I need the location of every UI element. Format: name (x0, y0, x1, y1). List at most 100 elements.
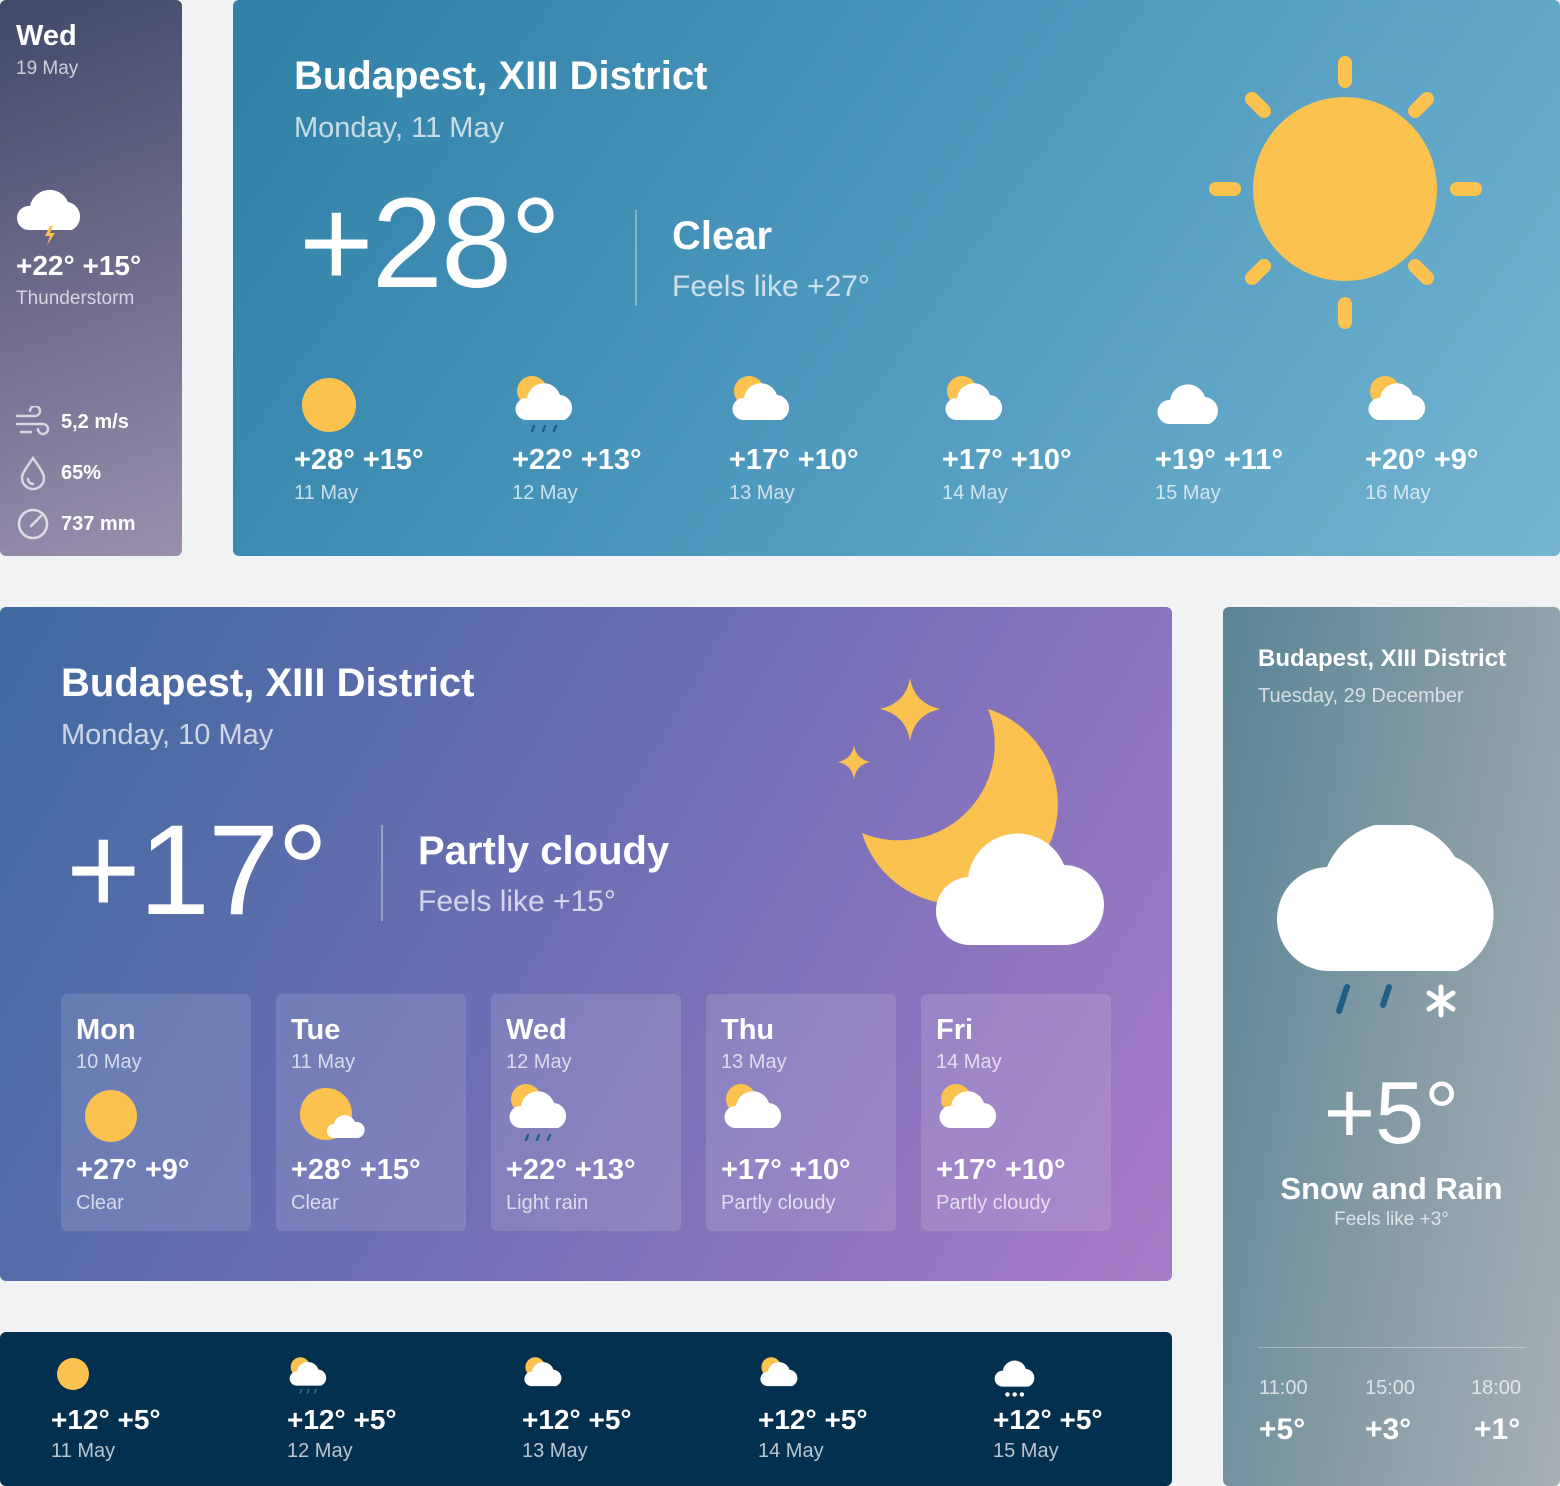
date-label: 12 May (512, 482, 578, 504)
feels-like-label: Feels like +27° (672, 270, 870, 303)
sun-icon (302, 378, 356, 432)
temps-label: +27° +9° (76, 1154, 190, 1186)
current-temperature: +5° (1323, 1063, 1460, 1162)
sun-cloud-rain-icon (515, 376, 573, 433)
sunny-weather-card[interactable]: Budapest, XIII District Monday, 11 May +… (233, 0, 1560, 556)
sun-icon (85, 1090, 137, 1142)
feels-like-label: Feels like +15° (418, 885, 616, 918)
sun-cloud-rain-icon (289, 1357, 327, 1394)
date-label: 11 May (291, 1051, 356, 1073)
day-tile-fri[interactable]: Fri 14 May +17° +10° Partly cloudy (921, 994, 1111, 1231)
thunderstorm-day-card[interactable]: Wed 19 May +22° +15° Thunderstorm 5,2 m/… (0, 0, 182, 556)
sun-icon (1209, 56, 1482, 329)
cloud-icon (1157, 384, 1218, 424)
date-subtitle: Monday, 11 May (294, 112, 505, 144)
hour-temp: +5° (1259, 1413, 1306, 1446)
temps-label: +17° +10° (721, 1154, 851, 1186)
divider (635, 210, 637, 306)
thunderstorm-cloud-icon (16, 189, 81, 245)
day-tile-wed[interactable]: Wed 12 May +22° +13° Light rain (491, 994, 681, 1231)
day-tile-thu[interactable]: Thu 13 May +17° +10° Partly cloudy (706, 994, 896, 1231)
hour-temp: +3° (1365, 1413, 1412, 1446)
temps-label: +28° +15° (291, 1154, 421, 1186)
temps-label: +28° +15° (294, 444, 424, 476)
cloud-snow-icon (994, 1360, 1035, 1397)
condition-label: Clear (672, 214, 773, 258)
condition-label: Snow and Rain (1280, 1171, 1503, 1206)
hour-temp: +1° (1474, 1413, 1521, 1446)
condition-label: Partly cloudy (936, 1192, 1051, 1214)
temps-label: +19° +11° (1155, 444, 1284, 476)
temps-label: +12° +5° (758, 1404, 868, 1435)
temps-label: +12° +5° (51, 1404, 161, 1435)
sun-cloud-icon (939, 1084, 997, 1128)
date-label: 19 May (16, 58, 79, 79)
condition-label: Clear (76, 1192, 124, 1214)
current-temperature: +28° (299, 172, 561, 315)
humidity-icon (20, 455, 46, 491)
date-label: 15 May (993, 1440, 1059, 1462)
date-label: 13 May (721, 1051, 787, 1073)
temps-label: +17° +10° (936, 1154, 1066, 1186)
date-subtitle: Monday, 10 May (61, 719, 274, 751)
sun-cloud-icon (945, 376, 1003, 420)
date-label: 13 May (522, 1440, 588, 1462)
day-tile-mon[interactable]: Mon 10 May +27° +9° Clear (61, 994, 251, 1231)
snow-rain-card[interactable]: Budapest, XIII District Tuesday, 29 Dece… (1223, 607, 1560, 1486)
date-label: 12 May (287, 1440, 353, 1462)
hour-time: 15:00 (1365, 1377, 1416, 1399)
night-weather-card[interactable]: Budapest, XIII District Monday, 10 May +… (0, 607, 1172, 1281)
temps-label: +12° +5° (522, 1404, 632, 1435)
temps-label: +22° +13° (506, 1154, 636, 1186)
condition-label: Light rain (506, 1192, 589, 1214)
condition-label: Clear (291, 1192, 339, 1214)
hour-time: 18:00 (1471, 1377, 1522, 1399)
wind-value: 5,2 m/s (61, 411, 129, 433)
temps-label: +12° +5° (993, 1404, 1103, 1435)
day-label: Fri (936, 1014, 974, 1046)
moon-cloud-stars-icon (838, 678, 1104, 946)
cloud-rain-snow-icon (1277, 825, 1494, 1018)
temps-label: +17° +10° (729, 444, 859, 476)
temps-label: +22° +15° (16, 250, 142, 281)
location-title: Budapest, XIII District (61, 661, 475, 705)
feels-like-label: Feels like +3° (1334, 1209, 1449, 1230)
day-label: Wed (506, 1014, 567, 1046)
date-label: 16 May (1365, 482, 1431, 504)
condition-label: Partly cloudy (418, 829, 670, 873)
date-label: 14 May (942, 482, 1008, 504)
date-label: 14 May (936, 1051, 1002, 1073)
date-label: 11 May (294, 482, 359, 504)
sun-small-cloud-icon (300, 1088, 365, 1140)
temps-label: +20° +9° (1365, 444, 1479, 476)
day-label: Wed (16, 20, 77, 52)
temps-label: +12° +5° (287, 1404, 397, 1435)
forecast-strip-card[interactable]: +12° +5° 11 May +12° +5° 12 May +12° +5°… (0, 1332, 1172, 1486)
sun-cloud-icon (1368, 376, 1426, 420)
location-title: Budapest, XIII District (1258, 645, 1507, 672)
current-temperature: +17° (66, 799, 328, 942)
condition-label: Partly cloudy (721, 1192, 836, 1214)
location-title: Budapest, XIII District (294, 54, 708, 98)
sun-cloud-icon (732, 376, 790, 420)
sun-cloud-icon (760, 1357, 798, 1387)
sun-cloud-rain-icon (509, 1084, 567, 1142)
sun-cloud-icon (524, 1357, 562, 1387)
date-subtitle: Tuesday, 29 December (1258, 685, 1464, 707)
pressure-value: 737 mm (61, 513, 136, 535)
condition-label: Thunderstorm (16, 288, 135, 309)
date-label: 12 May (506, 1051, 572, 1073)
wind-icon (15, 406, 50, 436)
day-label: Thu (721, 1014, 775, 1046)
day-tile-tue[interactable]: Tue 11 May +28° +15° Clear (276, 994, 466, 1231)
sun-cloud-icon (724, 1084, 782, 1128)
temps-label: +17° +10° (942, 444, 1072, 476)
day-label: Tue (291, 1014, 341, 1046)
day-label: Mon (76, 1014, 136, 1046)
temps-label: +22° +13° (512, 444, 642, 476)
date-label: 14 May (758, 1440, 824, 1462)
date-label: 13 May (729, 482, 795, 504)
humidity-value: 65% (61, 462, 102, 484)
date-label: 15 May (1155, 482, 1221, 504)
hour-time: 11:00 (1259, 1377, 1308, 1399)
